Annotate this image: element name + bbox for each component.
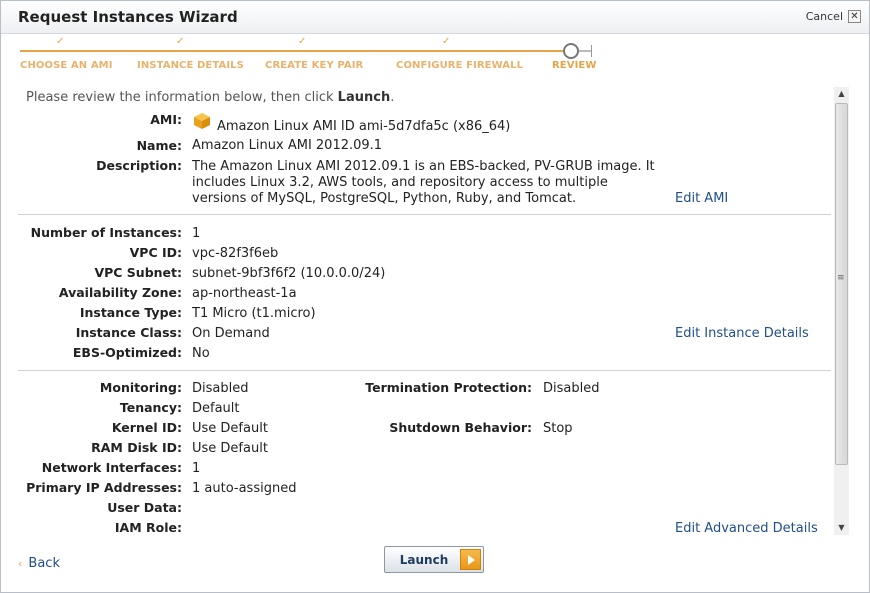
current-step-indicator-icon [563, 43, 579, 59]
monitoring-value: Disabled [192, 381, 249, 396]
iam-role-label: IAM Role: [114, 520, 182, 535]
description-label: Description: [96, 158, 182, 173]
launch-button[interactable]: Launch [384, 546, 484, 573]
step-3-check-icon: ✓ [298, 36, 307, 47]
step-1-check-icon: ✓ [56, 36, 65, 47]
network-interfaces-value: 1 [192, 461, 201, 476]
ebs-optimized-value: No [192, 346, 210, 361]
instance-type-label: Instance Type: [79, 305, 182, 320]
intro-launch-word: Launch [337, 90, 391, 105]
review-content: Please review the information below, the… [18, 86, 831, 536]
launch-arrow-icon [460, 549, 481, 570]
user-data-label: User Data: [107, 500, 182, 515]
scrollbar-grip-icon: ≡ [837, 273, 845, 283]
edit-advanced-details-link[interactable]: Edit Advanced Details [675, 521, 818, 536]
close-icon[interactable]: ✕ [848, 10, 861, 23]
dialog-titlebar: Request Instances Wizard Cancel ✕ [1, 1, 869, 34]
edit-instance-details-link[interactable]: Edit Instance Details [675, 326, 809, 341]
name-label: Name: [136, 138, 182, 153]
primary-ip-addresses-value: 1 auto-assigned [192, 481, 297, 496]
availability-zone-label: Availability Zone: [58, 285, 182, 300]
instances-count-label: Number of Instances: [30, 225, 182, 240]
name-value: Amazon Linux AMI 2012.09.1 [192, 138, 383, 153]
step-create-key-pair[interactable]: CREATE KEY PAIR [265, 60, 363, 71]
shutdown-behavior-value: Stop [543, 421, 573, 436]
instances-count-value: 1 [192, 226, 201, 241]
ram-disk-id-label: RAM Disk ID: [91, 440, 182, 455]
step-configure-firewall[interactable]: CONFIGURE FIREWALL [396, 60, 523, 71]
section-divider-1 [18, 214, 831, 215]
termination-protection-label: Termination Protection: [365, 380, 532, 395]
ami-value: Amazon Linux AMI ID ami-5d7dfa5c (x86_64… [217, 119, 511, 134]
kernel-id-label: Kernel ID: [111, 420, 182, 435]
vertical-scrollbar[interactable]: ▲ ≡ ▼ [834, 87, 849, 535]
tenancy-label: Tenancy: [119, 400, 182, 415]
review-intro: Please review the information below, the… [26, 90, 394, 105]
vpc-id-value: vpc-82f3f6eb [192, 246, 279, 261]
instance-class-value: On Demand [192, 326, 270, 341]
step-2-check-icon: ✓ [176, 36, 185, 47]
step-review: REVIEW [552, 60, 597, 71]
kernel-id-value: Use Default [192, 421, 268, 436]
shutdown-behavior-label: Shutdown Behavior: [389, 420, 532, 435]
vpc-subnet-label: VPC Subnet: [94, 265, 182, 280]
description-line-1: The Amazon Linux AMI 2012.09.1 is an EBS… [192, 159, 655, 174]
request-instances-wizard-dialog: Request Instances Wizard Cancel ✕ ✓ ✓ ✓ … [0, 0, 870, 593]
cancel-link[interactable]: Cancel [806, 10, 843, 23]
ami-label: AMI: [150, 112, 182, 127]
ami-box-icon [194, 113, 210, 129]
dialog-title: Request Instances Wizard [18, 8, 238, 26]
description-line-2: includes Linux 3.2, AWS tools, and repos… [192, 175, 608, 190]
back-arrow-icon: ‹ [18, 557, 23, 570]
availability-zone-value: ap-northeast-1a [192, 286, 297, 301]
step-instance-details[interactable]: INSTANCE DETAILS [137, 60, 244, 71]
scroll-down-arrow-icon[interactable]: ▼ [834, 521, 849, 535]
vpc-id-label: VPC ID: [129, 245, 182, 260]
scroll-up-arrow-icon[interactable]: ▲ [834, 87, 849, 101]
scrollbar-thumb[interactable] [835, 103, 848, 465]
wizard-footer: ‹ Back Launch [1, 541, 869, 592]
description-line-3: versions of MySQL, PostgreSQL, Python, R… [192, 191, 577, 206]
step-4-check-icon: ✓ [442, 36, 451, 47]
intro-text: Please review the information below, the… [26, 90, 338, 105]
step-choose-ami[interactable]: CHOOSE AN AMI [20, 60, 113, 71]
vpc-subnet-value: subnet-9bf3f6f2 (10.0.0.0/24) [192, 266, 386, 281]
instance-class-label: Instance Class: [75, 325, 182, 340]
wizard-progress: ✓ ✓ ✓ ✓ CHOOSE AN AMI INSTANCE DETAILS C… [1, 34, 869, 78]
progress-line-complete [20, 50, 563, 52]
back-link[interactable]: ‹ Back [18, 556, 60, 571]
network-interfaces-label: Network Interfaces: [41, 460, 182, 475]
section-divider-2 [18, 370, 831, 371]
progress-line-remaining [579, 50, 591, 52]
ebs-optimized-label: EBS-Optimized: [72, 345, 182, 360]
monitoring-label: Monitoring: [99, 380, 182, 395]
tenancy-value: Default [192, 401, 240, 416]
launch-button-label: Launch [399, 553, 449, 567]
edit-ami-link[interactable]: Edit AMI [675, 191, 728, 206]
primary-ip-addresses-label: Primary IP Addresses: [26, 480, 182, 495]
termination-protection-value: Disabled [543, 381, 600, 396]
instance-type-value: T1 Micro (t1.micro) [192, 306, 316, 321]
back-label: Back [28, 556, 60, 571]
ram-disk-id-value: Use Default [192, 441, 268, 456]
intro-suffix: . [390, 90, 395, 105]
progress-end-tick [591, 45, 592, 57]
